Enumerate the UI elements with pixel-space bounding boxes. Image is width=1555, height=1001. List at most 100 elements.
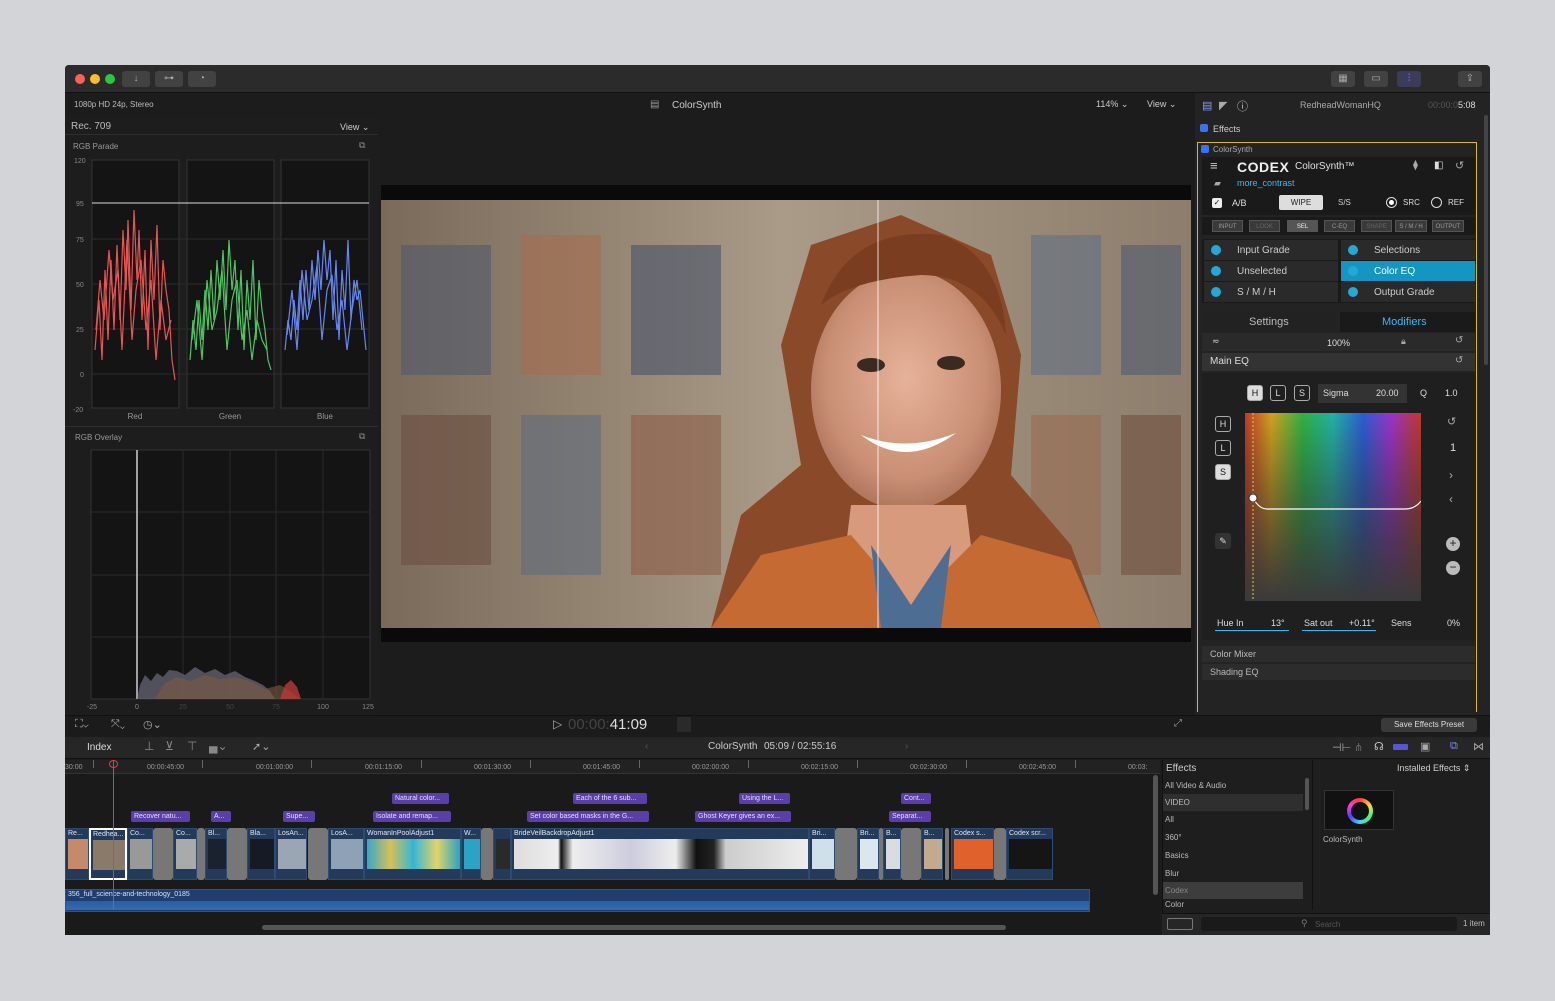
minimize-button[interactable]: [90, 74, 100, 84]
clip-appearance-icon[interactable]: ▣: [1420, 740, 1430, 753]
hue-in-value[interactable]: 13°: [1271, 618, 1285, 628]
video-clip[interactable]: B...: [921, 828, 943, 880]
video-clip[interactable]: Re...: [65, 828, 89, 880]
timecode-display[interactable]: 00:00:41:09: [568, 716, 647, 733]
filter-icon[interactable]: ≂: [1212, 336, 1220, 347]
playhead[interactable]: [113, 760, 114, 910]
stage-tab-sel[interactable]: SEL: [1287, 220, 1318, 232]
transition[interactable]: [994, 828, 1006, 880]
video-clip[interactable]: Bl...: [205, 828, 227, 880]
lock-icon[interactable]: 🔒︎: [1401, 336, 1406, 347]
sidebar-toggle-icon[interactable]: [1167, 918, 1193, 930]
title-clip[interactable]: Each of the 6 sub...: [573, 793, 647, 804]
stage-tab-smh[interactable]: S / M / H: [1395, 220, 1427, 232]
category-item[interactable]: Blur: [1163, 865, 1303, 882]
viewer-view-menu[interactable]: View ⌄: [1147, 99, 1176, 110]
stage-tab-output[interactable]: OUTPUT: [1432, 220, 1464, 232]
mode-l-button[interactable]: L: [1270, 385, 1286, 401]
video-clip[interactable]: Co...: [173, 828, 197, 880]
side-by-side-button[interactable]: S/S: [1338, 198, 1351, 207]
video-clip[interactable]: Bri...: [809, 828, 835, 880]
chevron-right-icon[interactable]: ›: [1449, 468, 1453, 482]
skimming-icon[interactable]: ⋔: [1354, 741, 1363, 754]
q-value[interactable]: 1.0: [1445, 388, 1458, 398]
libraries-toggle[interactable]: ▦: [1331, 71, 1355, 87]
title-clip[interactable]: Cont...: [901, 793, 931, 804]
video-clip-selected[interactable]: Redhea...: [89, 828, 127, 880]
title-clip[interactable]: Set color based masks in the G...: [527, 811, 649, 822]
share-button[interactable]: ⇪: [1458, 71, 1482, 87]
connect-clip-icon[interactable]: ⊥: [144, 739, 154, 753]
title-clip[interactable]: Natural color...: [392, 793, 449, 804]
video-clip[interactable]: Bri...: [857, 828, 879, 880]
curve-control-point[interactable]: [1248, 493, 1258, 503]
transitions-browser-icon[interactable]: ⋈: [1473, 740, 1484, 753]
sat-out-value[interactable]: +0.11°: [1349, 618, 1375, 628]
solo-icon[interactable]: [1393, 744, 1408, 750]
chevron-left-icon[interactable]: ‹: [1449, 492, 1453, 506]
video-clip[interactable]: Codex scr...: [1006, 828, 1053, 880]
background-tasks-button[interactable]: ◔: [188, 71, 216, 87]
video-clip[interactable]: Codex s...: [951, 828, 994, 880]
ref-radio[interactable]: [1431, 197, 1442, 208]
play-icon[interactable]: ▷: [553, 717, 562, 731]
effects-browser-icon[interactable]: ⧉: [1450, 740, 1458, 753]
transition[interactable]: [901, 828, 921, 880]
stage-tab-ceq[interactable]: C-EQ: [1324, 220, 1355, 232]
audio-skimming-icon[interactable]: ⊣⊢: [1332, 741, 1351, 754]
timeline-toggle[interactable]: ▭: [1364, 71, 1388, 87]
history-forward-icon[interactable]: ›: [905, 741, 908, 752]
scopes-view-menu[interactable]: View ⌄: [340, 122, 369, 133]
opacity-value[interactable]: 100%: [1327, 338, 1350, 348]
video-clip[interactable]: Co...: [127, 828, 153, 880]
keywords-button[interactable]: ⊶: [155, 71, 183, 87]
transition[interactable]: [227, 828, 247, 880]
video-clip[interactable]: [493, 828, 511, 880]
crop-icon[interactable]: ⛶⌄: [75, 718, 89, 731]
title-clip[interactable]: Separat...: [889, 811, 931, 822]
history-back-icon[interactable]: ‹: [645, 741, 648, 752]
category-scrollbar[interactable]: [1305, 778, 1309, 810]
category-item[interactable]: VIDEO: [1163, 794, 1303, 811]
reset-icon[interactable]: ↺: [1455, 335, 1463, 346]
add-point-icon[interactable]: +: [1446, 537, 1460, 551]
transition[interactable]: [481, 828, 493, 880]
save-preset-button[interactable]: Save Effects Preset: [1381, 718, 1477, 732]
zoom-button[interactable]: [105, 74, 115, 84]
title-clip[interactable]: Ghost Keyer gives an ex...: [695, 811, 791, 822]
category-item[interactable]: Color: [1163, 900, 1303, 910]
effects-checkbox[interactable]: [1200, 124, 1208, 132]
info-icon[interactable]: ⓘ: [1237, 98, 1248, 114]
effect-thumbnail[interactable]: [1324, 790, 1394, 830]
select-tool-icon[interactable]: ➚⌄: [252, 740, 270, 753]
video-clip[interactable]: W...: [461, 828, 481, 880]
viewer-image[interactable]: [381, 185, 1191, 642]
installed-effects-menu[interactable]: Installed Effects ⇕: [1397, 763, 1470, 774]
stage-tab-shape[interactable]: SHAPE: [1361, 220, 1392, 232]
category-item[interactable]: All: [1163, 811, 1303, 828]
inspector-scrollbar[interactable]: [1484, 115, 1488, 365]
transition[interactable]: [197, 828, 205, 880]
graph-l-button[interactable]: L: [1215, 440, 1231, 456]
main-eq-reset-icon[interactable]: ↺: [1455, 355, 1463, 366]
color-mixer-section[interactable]: Color Mixer: [1202, 646, 1475, 662]
compare-icon[interactable]: ◧: [1434, 160, 1443, 171]
plugin-checkbox[interactable]: [1201, 145, 1209, 153]
stage-tab-look[interactable]: LOOK: [1249, 220, 1280, 232]
audio-clip[interactable]: 356_full_science-and-technology_0185: [65, 889, 1090, 912]
close-button[interactable]: [75, 74, 85, 84]
inspector-toggle[interactable]: ⫶: [1397, 71, 1421, 87]
sens-value[interactable]: 0%: [1447, 618, 1460, 628]
video-clip[interactable]: Bla...: [247, 828, 275, 880]
retime-icon[interactable]: ◷⌄: [143, 718, 162, 731]
hamburger-icon[interactable]: ≡: [1210, 158, 1218, 173]
video-clip[interactable]: BrideVeilBackdropAdjust1: [511, 828, 809, 880]
ab-checkbox[interactable]: ✓: [1212, 198, 1222, 208]
remove-point-icon[interactable]: −: [1446, 561, 1460, 575]
wipe-button[interactable]: WIPE: [1279, 195, 1323, 210]
color-inspector-icon[interactable]: ◤: [1219, 99, 1227, 112]
category-item-selected[interactable]: Codex: [1163, 882, 1303, 899]
insert-clip-icon[interactable]: ⊻: [165, 739, 174, 753]
transition[interactable]: [153, 828, 173, 880]
transition[interactable]: [308, 828, 328, 880]
